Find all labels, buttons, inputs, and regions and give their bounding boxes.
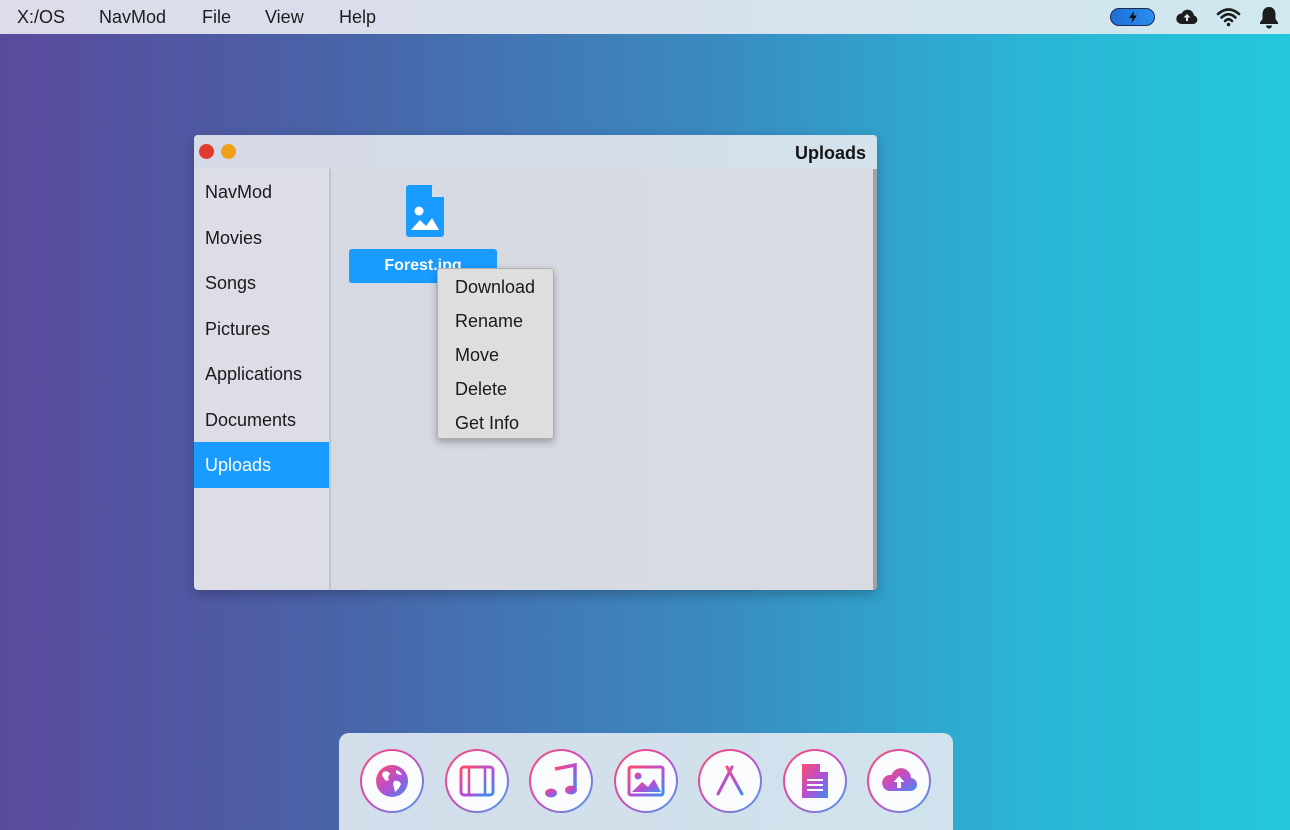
- dock-item-movies[interactable]: [445, 749, 509, 813]
- image-file-icon: [406, 185, 444, 237]
- cloud-upload-icon[interactable]: [1175, 5, 1199, 29]
- menu-view[interactable]: View: [265, 7, 304, 28]
- dock-item-documents[interactable]: [783, 749, 847, 813]
- window-title: Uploads: [794, 143, 866, 163]
- scrollbar[interactable]: [873, 169, 877, 590]
- context-menu-rename[interactable]: Rename: [438, 304, 553, 338]
- document-icon: [802, 764, 828, 798]
- globe-icon: [376, 765, 408, 797]
- bell-icon[interactable]: [1258, 5, 1280, 29]
- context-menu-get-info[interactable]: Get Info: [438, 406, 553, 440]
- sidebar: NavMod Movies Songs Pictures Application…: [194, 169, 331, 590]
- battery-indicator[interactable]: [1110, 8, 1155, 26]
- picture-icon: [627, 765, 665, 797]
- sidebar-item-uploads[interactable]: Uploads: [194, 442, 329, 488]
- context-menu-delete[interactable]: Delete: [438, 372, 553, 406]
- context-menu-download[interactable]: Download: [438, 270, 553, 304]
- sidebar-item-songs[interactable]: Songs: [194, 260, 329, 306]
- dock-item-pictures[interactable]: [614, 749, 678, 813]
- menu-file[interactable]: File: [202, 7, 231, 28]
- title-bar[interactable]: Uploads: [194, 135, 877, 169]
- minimize-button[interactable]: [221, 144, 236, 159]
- menu-os[interactable]: X:/OS: [17, 7, 65, 28]
- menu-help[interactable]: Help: [339, 7, 376, 28]
- wifi-icon[interactable]: [1216, 5, 1241, 29]
- sidebar-item-pictures[interactable]: Pictures: [194, 306, 329, 352]
- sidebar-item-movies[interactable]: Movies: [194, 215, 329, 261]
- menu-navmod[interactable]: NavMod: [99, 7, 166, 28]
- menu-bar: X:/OS NavMod File View Help: [0, 0, 1290, 34]
- dock: [339, 733, 953, 830]
- context-menu-move[interactable]: Move: [438, 338, 553, 372]
- sidebar-item-applications[interactable]: Applications: [194, 351, 329, 397]
- cloud-upload-icon: [882, 768, 918, 792]
- dock-item-uploads[interactable]: [867, 749, 931, 813]
- close-button[interactable]: [199, 144, 214, 159]
- context-menu: Download Rename Move Delete Get Info: [437, 268, 554, 439]
- dock-item-songs[interactable]: [529, 749, 593, 813]
- sidebar-item-documents[interactable]: Documents: [194, 397, 329, 443]
- film-icon: [459, 765, 495, 797]
- bolt-icon: [1128, 11, 1137, 23]
- sidebar-item-navmod[interactable]: NavMod: [194, 169, 329, 215]
- dock-item-globe[interactable]: [360, 749, 424, 813]
- dock-item-applications[interactable]: [698, 749, 762, 813]
- app-store-icon: [713, 765, 747, 796]
- music-icon: [545, 763, 577, 798]
